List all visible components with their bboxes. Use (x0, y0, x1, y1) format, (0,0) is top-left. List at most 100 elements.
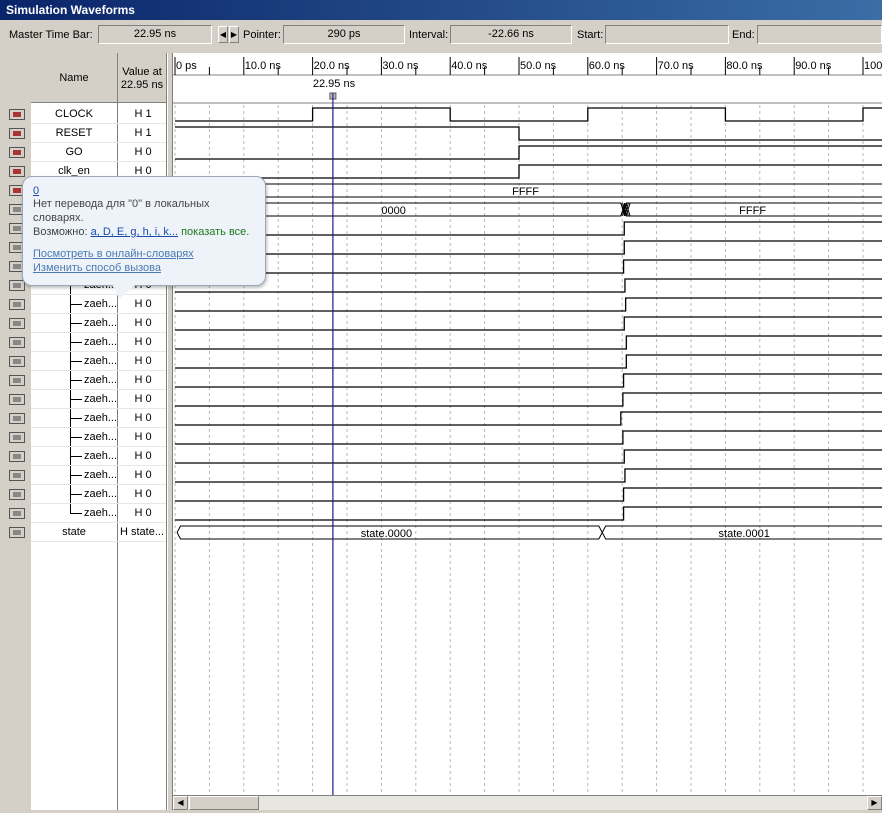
signal-value: H 0 (134, 146, 152, 158)
waveform-trace (175, 107, 882, 122)
output-pin-icon (9, 318, 25, 329)
input-pin-icon (9, 147, 25, 158)
signal-value: H 0 (134, 355, 152, 367)
signal-name[interactable]: zaeh... (84, 428, 118, 447)
pointer-field[interactable]: 290 ps (283, 25, 405, 44)
bus-value-label: 0000 (381, 205, 405, 217)
signal-name[interactable]: RESET (31, 124, 117, 143)
master-time-bar-field[interactable]: 22.95 ns (98, 25, 212, 44)
tree-line (70, 504, 71, 514)
waveform-canvas[interactable]: 0 ps 10.0 ns 20.0 ns 30.0 ns 40.0 ns 50.0 ns 6… (173, 53, 882, 795)
signal-name[interactable]: CLOCK (31, 105, 117, 124)
tooltip-online-dictionaries-link[interactable]: Посмотреть в онлайн-словарях (33, 247, 255, 261)
output-pin-icon (9, 280, 25, 291)
signal-name[interactable]: zaeh... (84, 409, 118, 428)
signal-name[interactable]: zaeh... (84, 485, 118, 504)
tooltip-line2: словарях. (33, 212, 84, 224)
tree-branch (70, 456, 82, 457)
output-pin-icon (9, 432, 25, 443)
master-time-prev-button[interactable]: ◀ (218, 26, 228, 43)
input-pin-icon (9, 109, 25, 120)
output-pin-icon (9, 394, 25, 405)
signal-value: H 0 (134, 450, 152, 462)
signal-name[interactable]: zaeh... (84, 504, 118, 523)
signal-name[interactable]: zaeh... (84, 390, 118, 409)
waveform-trace (175, 240, 882, 255)
timeline-tick-label: 0 ps (176, 60, 197, 72)
tree-branch (70, 418, 82, 419)
timeline-tick-label: 30.0 ns (382, 60, 419, 72)
window-title: Simulation Waveforms (0, 0, 882, 20)
master-time-bar-label: Master Time Bar: (9, 29, 93, 41)
waveform-trace (175, 221, 882, 236)
interval-field[interactable]: -22.66 ns (450, 25, 572, 44)
signal-name[interactable]: state (31, 523, 117, 542)
value-column-header[interactable]: Value at 22.95 ns (118, 53, 166, 103)
tree-line (70, 428, 71, 447)
tooltip-suggestions-line: Возможно: a, D, E, g, h, i, k... показат… (33, 225, 255, 239)
signal-name[interactable]: zaeh... (84, 352, 118, 371)
tree-line (70, 371, 71, 390)
scroll-left-icon[interactable]: ◀ (173, 796, 188, 810)
tree-line (70, 390, 71, 409)
bus-value-label: FFFF (512, 186, 539, 198)
waveform-trace (175, 278, 882, 293)
waveform-trace (175, 145, 882, 160)
tree-branch (70, 399, 82, 400)
output-pin-icon (9, 299, 25, 310)
input-pin-icon (9, 128, 25, 139)
scroll-thumb[interactable] (189, 796, 259, 810)
tooltip-possible-label: Возможно: (33, 226, 88, 238)
timeline-tick-label: 10.0 ns (245, 60, 282, 72)
tree-line (70, 466, 71, 485)
value-header-line1: Value at (122, 66, 162, 78)
name-column-header[interactable]: Name (31, 53, 117, 103)
tree-line (70, 485, 71, 504)
waveform-trace (175, 126, 882, 141)
tooltip-suggestions[interactable]: a, D, E, g, h, i, k... (91, 226, 178, 238)
signal-value: H 0 (134, 469, 152, 481)
waveform-trace (175, 468, 882, 483)
tree-branch (70, 361, 82, 362)
signal-name[interactable]: zaeh... (84, 466, 118, 485)
signal-value: H 0 (134, 336, 152, 348)
end-field[interactable] (757, 25, 882, 44)
tree-branch (70, 513, 82, 514)
bus-trace-a (175, 202, 882, 217)
signal-name[interactable]: GO (31, 143, 117, 162)
waveform-trace (175, 335, 882, 350)
signal-name[interactable]: zaeh... (84, 314, 118, 333)
bus-value-label: FFFF (739, 205, 766, 217)
master-time-next-button[interactable]: ▶ (229, 26, 239, 43)
state-value-label: state.0001 (719, 528, 770, 540)
scroll-right-icon[interactable]: ▶ (867, 796, 882, 810)
signal-name[interactable]: zaeh... (84, 371, 118, 390)
output-pin-icon (9, 451, 25, 462)
tooltip-tail (113, 285, 135, 299)
start-label: Start: (577, 29, 604, 41)
timeline-tick-label: 40.0 ns (451, 60, 488, 72)
signal-value: H 0 (134, 507, 152, 519)
waveform-trace (175, 373, 882, 388)
tooltip-show-all-link[interactable]: показать все. (181, 226, 249, 238)
signal-value: H 0 (134, 431, 152, 443)
timeline-tick-label: 90.0 ns (795, 60, 832, 72)
waveform-trace (175, 259, 882, 274)
waveform-trace (175, 430, 882, 445)
waveform-pane[interactable]: 0 ps 10.0 ns 20.0 ns 30.0 ns 40.0 ns 50.0 ns 6… (173, 53, 882, 795)
signal-name[interactable]: zaeh... (84, 333, 118, 352)
signal-value: H 1 (134, 127, 152, 139)
tooltip-change-invocation-link[interactable]: Изменить способ вызова (33, 261, 255, 275)
tree-line (70, 409, 71, 428)
end-label: End: (732, 29, 755, 41)
start-field[interactable] (605, 25, 729, 44)
horizontal-scrollbar[interactable]: ◀ ▶ (173, 795, 882, 810)
signal-value: H state... (120, 526, 165, 538)
interval-label: Interval: (409, 29, 449, 41)
tree-line (70, 447, 71, 466)
signal-name[interactable]: zaeh... (84, 447, 118, 466)
tree-branch (70, 475, 82, 476)
waveform-trace (175, 449, 882, 464)
output-pin-icon (9, 508, 25, 519)
tooltip-word[interactable]: 0 (33, 185, 255, 197)
